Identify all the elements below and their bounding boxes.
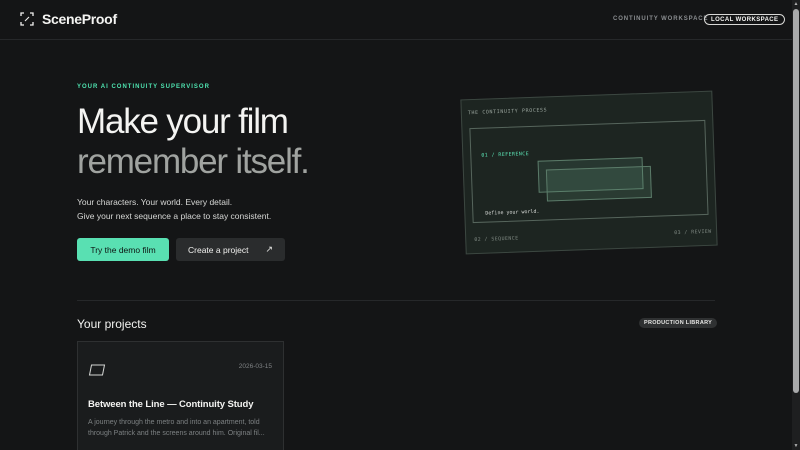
hero-title-line2: remember itself. <box>77 142 310 181</box>
scrollbar-thumb[interactable] <box>793 9 799 393</box>
production-library-badge: PRODUCTION LIBRARY <box>639 318 718 328</box>
focus-frame-icon <box>20 12 34 26</box>
section-divider <box>77 300 715 301</box>
film-frame-icon <box>88 363 106 381</box>
arrow-up-right-icon: ↗ <box>265 244 273 254</box>
try-demo-label: Try the demo film <box>90 244 156 255</box>
project-title: Between the Line — Continuity Study <box>88 399 254 410</box>
reference-layer-front <box>545 165 652 202</box>
process-frame: 01 / REFERENCE Define your world. <box>469 119 709 224</box>
process-card-title: THE CONTINUITY PROCESS <box>467 107 548 117</box>
step-sequence: 02 / SEQUENCE <box>474 235 519 244</box>
hero-eyebrow: YOUR AI CONTINUITY SUPERVISOR <box>77 84 210 90</box>
top-header: SceneProof CONTINUITY WORKSPACE LOCAL WO… <box>0 0 792 40</box>
logo[interactable]: SceneProof <box>20 11 117 27</box>
project-description: A journey through the metro and into an … <box>88 419 265 437</box>
step-reference: 01 / REFERENCE <box>481 151 530 159</box>
scroll-up-arrow-icon[interactable]: ▲ <box>793 1 799 7</box>
create-project-button[interactable]: Create a project ↗ <box>176 238 285 261</box>
page-scrollbar[interactable]: ▲ ▼ <box>792 0 800 450</box>
nav-continuity-workspace[interactable]: CONTINUITY WORKSPACE <box>613 16 708 22</box>
projects-heading: Your projects <box>77 317 147 331</box>
continuity-process-card: THE CONTINUITY PROCESS 01 / REFERENCE De… <box>460 90 718 255</box>
create-project-label: Create a project <box>188 244 249 255</box>
project-date: 2026-03-15 <box>238 363 272 370</box>
hero-subtitle-line1: Your characters. Your world. Every detai… <box>77 197 233 207</box>
hero-subtitle-line2: Give your next sequence a place to stay … <box>77 211 272 221</box>
hero-title-line1: Make your film <box>77 102 289 141</box>
try-demo-button[interactable]: Try the demo film <box>77 238 169 261</box>
project-card[interactable]: 2026-03-15 Between the Line — Continuity… <box>77 341 284 450</box>
step-review: 03 / REVIEW <box>674 228 712 237</box>
scroll-down-arrow-icon[interactable]: ▼ <box>793 443 799 449</box>
local-workspace-pill[interactable]: LOCAL WORKSPACE <box>704 14 786 25</box>
logo-text: SceneProof <box>42 11 117 27</box>
define-world-text: Define your world. <box>485 208 540 217</box>
